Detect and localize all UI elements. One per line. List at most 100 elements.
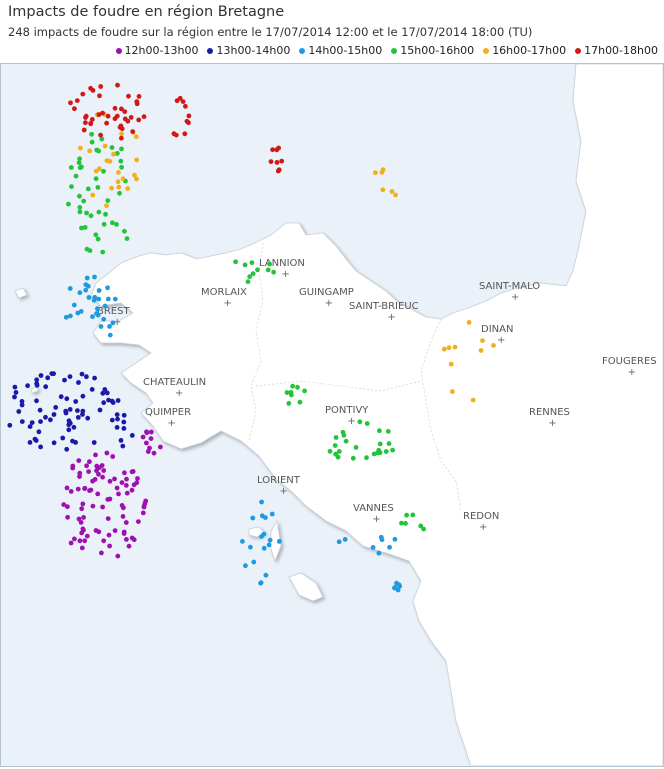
lightning-strike-dot <box>276 145 281 151</box>
lightning-strike-dot <box>38 373 44 378</box>
lightning-strike-dot <box>79 506 85 512</box>
lightning-strike-dot <box>173 132 179 138</box>
lightning-strike-dot <box>129 469 135 475</box>
legend-item: 17h00-18h00 <box>575 44 658 57</box>
lightning-strike-dot <box>84 533 90 539</box>
lightning-strike-dot <box>136 519 141 524</box>
lightning-strike-dot <box>27 440 33 445</box>
lightning-strike-dot <box>259 534 264 539</box>
lightning-strike-dot <box>66 427 72 433</box>
lightning-strike-dot <box>76 458 82 463</box>
lightning-strike-dot <box>100 504 105 510</box>
lightning-strike-dot <box>98 84 104 89</box>
lightning-strike-dot <box>410 512 416 518</box>
lightning-strike-dot <box>270 147 275 153</box>
city-marker-icon: + <box>372 514 380 525</box>
lightning-strike-dot <box>84 210 89 216</box>
lightning-strike-dot <box>92 375 97 381</box>
lightning-strike-dot <box>95 185 101 190</box>
lightning-strike-dot <box>103 211 108 217</box>
lightning-strike-dot <box>446 345 452 351</box>
lightning-strike-dot <box>350 455 356 461</box>
legend-label: 13h00-14h00 <box>216 44 291 57</box>
lightning-strike-dot <box>93 232 99 238</box>
lightning-strike-dot <box>393 192 398 198</box>
lightning-strike-dot <box>182 131 188 137</box>
city-marker-icon: + <box>511 292 519 303</box>
lightning-strike-dot <box>71 424 77 430</box>
lightning-strike-dot <box>251 559 257 565</box>
lightning-strike-dot <box>58 394 64 400</box>
lightning-strike-dot <box>364 455 369 461</box>
lightning-strike-dot <box>51 412 57 417</box>
lightning-strike-dot <box>377 441 383 447</box>
lightning-strike-dot <box>448 361 454 367</box>
lightning-strike-dot <box>68 313 73 319</box>
lightning-strike-dot <box>133 134 139 140</box>
lightning-strike-dot <box>96 148 101 154</box>
lightning-strike-dot <box>107 159 113 164</box>
lightning-strike-dot <box>19 419 25 424</box>
lightning-strike-dot <box>97 407 103 413</box>
lightning-strike-dot <box>43 384 49 390</box>
lightning-strike-dot <box>124 537 129 542</box>
city-marker-icon: + <box>175 388 183 399</box>
lightning-strike-dot <box>64 396 70 402</box>
lightning-strike-dot <box>84 275 90 281</box>
lightning-strike-dot <box>96 288 102 293</box>
legend-dot-icon <box>575 47 582 54</box>
map-panel[interactable]: LANNION + MORLAIX + GUINGAMP + SAINT-MALO + SAIN… <box>0 63 664 767</box>
lightning-strike-dot <box>70 465 76 471</box>
lightning-strike-dot <box>380 187 386 193</box>
lightning-strike-dot <box>114 425 120 430</box>
city-label-rennes: RENNES <box>529 407 570 418</box>
lightning-strike-dot <box>122 470 127 476</box>
lightning-strike-dot <box>115 553 121 559</box>
lightning-strike-dot <box>96 529 102 535</box>
lightning-strike-dot <box>364 421 370 426</box>
lightning-strike-dot <box>109 145 115 150</box>
lightning-strike-dot <box>279 158 285 164</box>
legend-dot-icon <box>391 47 398 54</box>
map-subtitle: 248 impacts de foudre sur la région entr… <box>8 25 533 39</box>
lightning-strike-dot <box>370 545 376 550</box>
lightning-strike-dot <box>95 236 101 242</box>
lightning-strike-dot <box>186 120 191 126</box>
lightning-strike-dot <box>353 445 359 450</box>
lightning-strike-dot <box>376 447 382 453</box>
lightning-strike-dot <box>144 440 149 446</box>
lightning-strike-dot <box>151 450 157 456</box>
lightning-strike-dot <box>121 426 127 431</box>
lightning-strike-dot <box>69 184 74 190</box>
lightning-strike-dot <box>63 314 69 320</box>
lightning-strike-dot <box>357 419 363 425</box>
lightning-strike-dot <box>114 485 120 491</box>
lightning-strike-dot <box>84 374 89 380</box>
lightning-strike-dot <box>114 222 119 227</box>
city-label-guingamp: GUINGAMP <box>299 287 354 298</box>
lightning-strike-dot <box>450 389 455 394</box>
lightning-strike-dot <box>67 374 73 379</box>
lightning-strike-dot <box>95 312 101 318</box>
lightning-strike-dot <box>84 246 90 252</box>
lightning-strike-dot <box>96 112 102 117</box>
city-marker-icon: + <box>325 298 333 309</box>
lightning-strike-dot <box>7 422 13 428</box>
lightning-strike-dot <box>128 115 134 120</box>
city-label-fougeres: FOUGERES <box>602 356 657 367</box>
lightning-strike-dot <box>258 580 263 586</box>
lightning-strike-dot <box>389 189 395 194</box>
lightning-strike-dot <box>88 213 94 219</box>
lightning-strike-dot <box>101 316 107 322</box>
lightning-strike-dot <box>418 523 424 529</box>
lightning-strike-dot <box>114 113 120 119</box>
lightning-strike-dot <box>104 203 109 209</box>
lightning-strike-dot <box>67 407 73 412</box>
lightning-strike-dot <box>89 387 95 392</box>
lightning-strike-dot <box>25 383 30 389</box>
lightning-strike-dot <box>63 408 69 414</box>
lightning-strike-dot <box>75 415 81 420</box>
lightning-strike-dot <box>77 290 83 296</box>
lightning-strike-dot <box>98 132 103 138</box>
lightning-strike-dot <box>378 534 384 540</box>
